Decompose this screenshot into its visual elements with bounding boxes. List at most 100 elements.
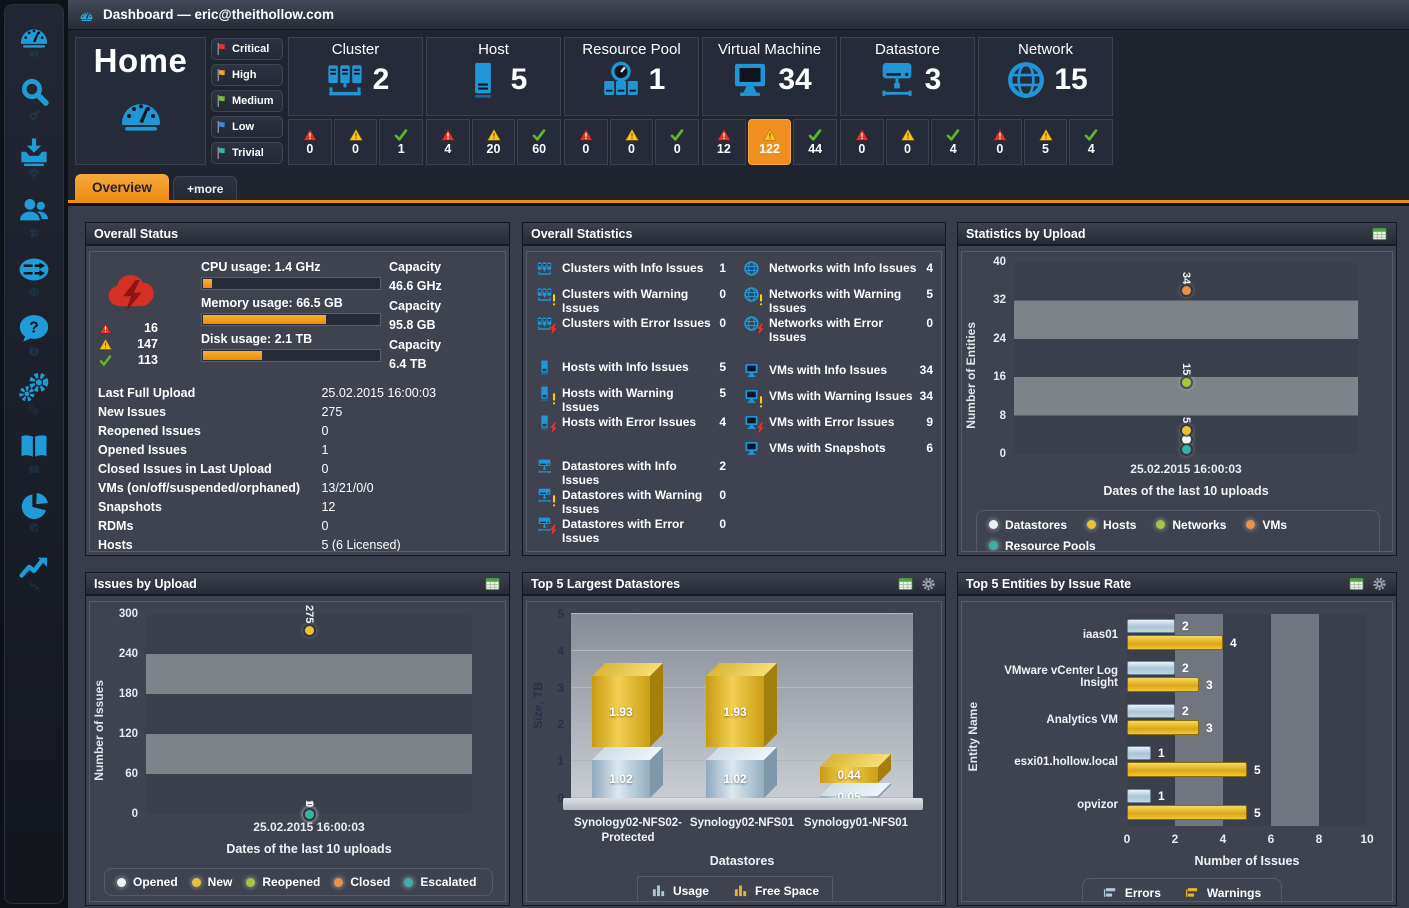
category-labels: Synology02-NFS02-ProtectedSynology02-NFS… xyxy=(571,816,913,848)
seglab: 1.02 xyxy=(706,772,764,786)
panel-header: Top 5 Entities by Issue Rate xyxy=(958,573,1396,596)
datastore-warnings-cell[interactable]: 0 xyxy=(886,119,930,165)
table-view-icon[interactable] xyxy=(1348,576,1365,592)
datastore-card-button[interactable]: Datastore 3 xyxy=(840,37,975,116)
legend-dot xyxy=(117,878,126,887)
error-triangle-icon xyxy=(854,128,870,142)
data-point-vms xyxy=(1182,286,1191,295)
network-warnings-cell[interactable]: 5 xyxy=(1024,119,1068,165)
hb-val: 2 xyxy=(1182,619,1189,633)
flag-icon xyxy=(215,94,229,108)
severity-critical[interactable]: Critical xyxy=(211,38,283,60)
severity-medium[interactable]: Medium xyxy=(211,90,283,112)
sidebar-item-reports[interactable] xyxy=(16,489,52,548)
chart-legend: Errors Warnings xyxy=(1082,878,1282,902)
data-point-label: 0 xyxy=(303,801,315,807)
warning-triangle-icon xyxy=(900,128,916,142)
sidebar-item-users[interactable] xyxy=(16,194,52,253)
resource-pool-ok-cell[interactable]: 0 xyxy=(655,119,699,165)
entity-count: 15 xyxy=(1054,63,1087,97)
legend-item-escalated[interactable]: Escalated xyxy=(404,875,476,889)
cluster-ok-cell[interactable]: 1 xyxy=(379,119,423,165)
sidebar-item-dashboard[interactable] xyxy=(16,17,52,76)
cpu-usage-bar xyxy=(201,277,381,290)
legend-item-networks[interactable]: Networks xyxy=(1156,518,1226,532)
home-label: Home xyxy=(94,42,188,80)
network-errors-cell[interactable]: 0 xyxy=(978,119,1022,165)
legend-item-free-space[interactable]: Free Space xyxy=(733,883,819,898)
datastore-ok-cell[interactable]: 4 xyxy=(931,119,975,165)
severity-high[interactable]: High xyxy=(211,64,283,86)
sidebar-item-documentation[interactable] xyxy=(16,430,52,489)
cluster-warnings-cell[interactable]: 0 xyxy=(334,119,378,165)
virtual-machine-card-button[interactable]: Virtual Machine 34 xyxy=(702,37,837,116)
sidebar-item-connections[interactable] xyxy=(16,253,52,312)
kv-row: New Issues275 xyxy=(98,403,497,422)
table-view-icon[interactable] xyxy=(1371,226,1388,242)
host-warnings-cell[interactable]: 20 xyxy=(472,119,516,165)
table-view-icon[interactable] xyxy=(897,576,914,592)
warning-badge-icon xyxy=(757,294,765,306)
legend-item-new[interactable]: New xyxy=(192,875,233,889)
sidebar-item-search[interactable] xyxy=(16,76,52,135)
table-view-icon[interactable] xyxy=(484,576,501,592)
legend-item-errors[interactable]: Errors xyxy=(1103,885,1161,900)
cluster-errors-cell[interactable]: 0 xyxy=(288,119,332,165)
bar-segment-usage: 1.02 xyxy=(592,760,650,798)
shuffle-arrows-icon xyxy=(16,253,52,286)
icon-reflection xyxy=(16,227,52,239)
legend-item-datastores[interactable]: Datastores xyxy=(989,518,1067,532)
colgroup: 1.021.93 xyxy=(706,614,764,798)
ytick: 240 xyxy=(119,648,138,660)
datastores-plot: 0123451.021.931.021.930.050.44 xyxy=(571,614,913,798)
bars-icon xyxy=(733,883,748,898)
sidebar-item-settings[interactable] xyxy=(16,371,52,430)
sidebar-item-import[interactable] xyxy=(16,135,52,194)
legend-item-hosts[interactable]: Hosts xyxy=(1087,518,1136,532)
host-errors-cell[interactable]: 4 xyxy=(426,119,470,165)
statistics-by-upload-plot: 08162432403515341 xyxy=(1014,262,1358,454)
stat-row: Clusters with Warning Issues0 xyxy=(535,286,726,315)
sidebar-item-trends[interactable] xyxy=(16,548,52,607)
vm-ok-cell[interactable]: 44 xyxy=(793,119,837,165)
tab-overview[interactable]: Overview xyxy=(75,174,169,200)
summary-cards-row: Home Critical High Medium Low Trivial Cl… xyxy=(68,30,1409,172)
legend-item-vms[interactable]: VMs xyxy=(1246,518,1287,532)
severity-trivial[interactable]: Trivial xyxy=(211,142,283,164)
tab-more[interactable]: +more xyxy=(173,176,237,200)
legend-item-reopened[interactable]: Reopened xyxy=(246,875,320,889)
legend-item-warnings[interactable]: Warnings xyxy=(1185,885,1261,900)
home-tile[interactable]: Home xyxy=(75,37,206,165)
check-icon xyxy=(1083,128,1099,142)
datastore-errors-cell[interactable]: 0 xyxy=(840,119,884,165)
entity-count: 1 xyxy=(649,63,666,97)
vm-errors-cell[interactable]: 12 xyxy=(702,119,746,165)
gear-icon[interactable] xyxy=(920,576,937,592)
host-ok-cell[interactable]: 60 xyxy=(517,119,561,165)
bar-warnings xyxy=(1127,635,1223,650)
resource-pool-card-button[interactable]: Resource Pool 1 xyxy=(564,37,699,116)
legend-item-closed[interactable]: Closed xyxy=(334,875,390,889)
legend-dot xyxy=(192,878,201,887)
gear-icon[interactable] xyxy=(1371,576,1388,592)
hb-row: opvizor15 xyxy=(1127,784,1367,826)
legend-item-opened[interactable]: Opened xyxy=(117,875,178,889)
ytick: 24 xyxy=(993,333,1006,345)
stat-row: Clusters with Error Issues0 xyxy=(535,315,726,341)
resource-pool-warnings-cell[interactable]: 0 xyxy=(610,119,654,165)
legend-item-resource-pools[interactable]: Resource Pools xyxy=(989,539,1096,553)
legend-item-usage[interactable]: Usage xyxy=(651,883,709,898)
sidebar-item-help[interactable] xyxy=(16,312,52,371)
vm-warnings-cell-selected[interactable]: 122 xyxy=(748,119,792,165)
host-card-button[interactable]: Host 5 xyxy=(426,37,561,116)
bar-segment-usage: 1.02 xyxy=(706,760,764,798)
resource-pool-errors-cell[interactable]: 0 xyxy=(564,119,608,165)
ds-ytick: 5 xyxy=(557,607,564,621)
panel-top5-entities: Top 5 Entities by Issue Rate Entity Name… xyxy=(957,572,1397,906)
cluster-card-button[interactable]: Cluster 2 xyxy=(288,37,423,116)
network-ok-cell[interactable]: 4 xyxy=(1069,119,1113,165)
data-point-label: 34 xyxy=(1180,272,1192,284)
severity-low[interactable]: Low xyxy=(211,116,283,138)
network-card-button[interactable]: Network 15 xyxy=(978,37,1113,116)
kv-row: Last Full Upload25.02.2015 16:00:03 xyxy=(98,384,497,403)
